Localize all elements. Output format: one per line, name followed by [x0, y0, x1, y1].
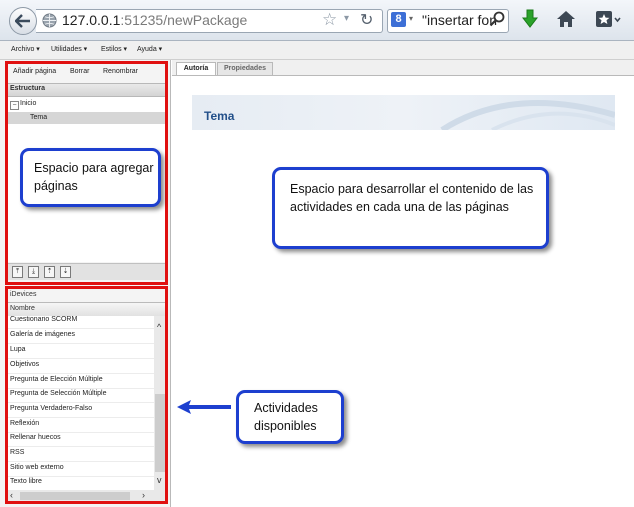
back-arrow-icon: [15, 14, 30, 28]
reload-icon[interactable]: ↻: [360, 10, 373, 30]
idevices-highlight-box: [5, 286, 168, 504]
search-engine-caret-icon[interactable]: ▾: [409, 14, 413, 23]
bookmarks-menu-icon[interactable]: [595, 10, 621, 28]
app-menu-bar: [0, 41, 634, 60]
page-title: Tema: [204, 109, 235, 123]
left-arrow-icon: [177, 400, 231, 414]
menu-archivo[interactable]: Archivo ▾: [11, 45, 40, 53]
url-path: :51235/newPackage: [120, 12, 248, 28]
callout-add-pages: Espacio para agregar páginas: [20, 148, 161, 207]
search-engine-icon[interactable]: 8: [391, 12, 406, 27]
bookmark-star-icon[interactable]: ☆: [322, 10, 337, 30]
home-icon[interactable]: [556, 10, 576, 28]
menu-ayuda[interactable]: Ayuda ▾: [137, 45, 162, 53]
tab-propiedades[interactable]: Propiedades: [217, 62, 273, 75]
globe-icon: [42, 13, 57, 28]
banner-decoration: [440, 100, 615, 130]
callout-activities: Actividades disponibles: [236, 390, 344, 444]
callout-content-space: Espacio para desarrollar el contenido de…: [272, 167, 549, 249]
url-host: 127.0.0.1: [62, 12, 121, 28]
menu-utilidades[interactable]: Utilidades ▾: [51, 45, 87, 53]
download-icon[interactable]: [522, 9, 538, 29]
url-text[interactable]: 127.0.0.1:51235/newPackage: [62, 12, 247, 28]
url-dropdown-icon[interactable]: ▾: [344, 13, 349, 24]
menu-estilos[interactable]: Estilos ▾: [101, 45, 127, 53]
search-icon[interactable]: [489, 11, 505, 27]
tab-autoria[interactable]: Autoría: [176, 62, 216, 75]
search-input[interactable]: "insertar fon: [422, 12, 497, 28]
back-button[interactable]: [9, 7, 37, 35]
page-title-banner: [192, 95, 615, 130]
